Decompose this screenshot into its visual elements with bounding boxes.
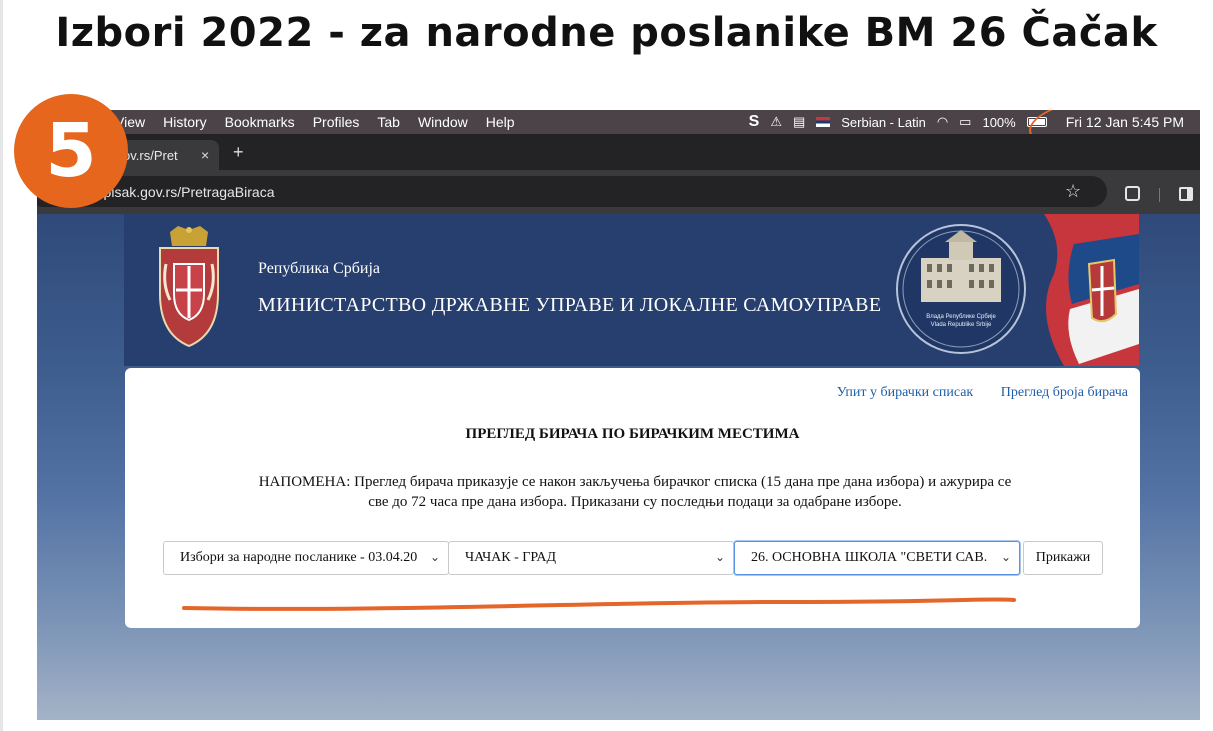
government-building-seal: Влада Републике Србије Vlada Republike S… (896, 224, 1026, 354)
seal-caption-latin: Vlada Republike Srbije (931, 322, 992, 328)
polling-station-select-value: 26. ОСНОВНА ШКОЛА "СВЕТИ САВ. (751, 550, 988, 565)
menu-bookmarks[interactable]: Bookmarks (216, 114, 304, 130)
municipality-select-value: ЧАЧАК - ГРАД (465, 550, 557, 565)
seal-caption-cyrillic: Влада Републике Србије (926, 314, 996, 320)
keyboard-layout-label[interactable]: Serbian - Latin (841, 115, 926, 130)
page-viewport: Република Србија МИНИСТАРСТВО ДРЖАВНЕ УП… (37, 214, 1200, 720)
step-number: 5 (45, 108, 97, 194)
menu-window[interactable]: Window (409, 114, 477, 130)
macos-menubar: View History Bookmarks Profiles Tab Wind… (37, 110, 1200, 163)
slide-title: Izbori 2022 - za narodne poslanike BM 26… (55, 10, 1158, 56)
ministry-banner: Република Србија МИНИСТАРСТВО ДРЖАВНЕ УП… (124, 214, 1139, 366)
keyboard-icon[interactable]: ▤ (793, 114, 805, 130)
election-select-value: Избори за народне посланике - 03.04.20 (180, 550, 418, 565)
polling-station-select[interactable]: 26. ОСНОВНА ШКОЛА "СВЕТИ САВ. ⌄ (734, 541, 1020, 575)
tab-strip: ov.rs/Pret × (37, 134, 1200, 170)
menu-history[interactable]: History (154, 114, 216, 130)
notice-line-1: НАПОМЕНА: Преглед бирача приказује се на… (258, 474, 1012, 490)
panel-title: ПРЕГЛЕД БИРАЧА ПО БИРАЧКИМ МЕСТИМА (465, 426, 800, 442)
step-number-badge: 5 (14, 94, 128, 208)
battery-percent[interactable]: 100% (982, 115, 1015, 130)
menu-tab[interactable]: Tab (368, 114, 409, 130)
url-field[interactable]: rackispisak.gov.rs/PretragaBiraca ☆ (37, 176, 1107, 207)
serbian-flag-image (1044, 214, 1139, 366)
airplay-icon[interactable]: ▭ (959, 114, 971, 130)
chevron-down-icon: ⌄ (1000, 550, 1011, 564)
serbian-flag-icon[interactable] (816, 117, 831, 127)
new-tab-button[interactable]: + (233, 142, 244, 163)
notice-line-2: све до 72 часа пре дана избора. Приказан… (368, 494, 902, 510)
municipality-select[interactable]: ЧАЧАК - ГРАД ⌄ (448, 541, 734, 575)
tab-title: ov.rs/Pret (123, 147, 178, 163)
address-toolbar: rackispisak.gov.rs/PretragaBiraca ☆ (37, 170, 1200, 214)
chevron-down-icon: ⌄ (429, 550, 440, 564)
selection-underline-annotation (182, 597, 1016, 611)
ministry-name: МИНИСТАРСТВО ДРЖАВНЕ УПРАВЕ И ЛОКАЛНЕ СА… (258, 294, 882, 316)
show-button[interactable]: Прикажи (1023, 541, 1103, 575)
menu-profiles[interactable]: Profiles (304, 114, 369, 130)
close-icon[interactable]: × (201, 147, 209, 163)
menu-help[interactable]: Help (477, 114, 524, 130)
alert-triangle-icon[interactable]: ⚠ (770, 114, 782, 130)
election-select[interactable]: Избори за народне посланике - 03.04.20 ⌄ (163, 541, 449, 575)
wifi-icon[interactable]: ◠ (937, 114, 948, 130)
bookmark-star-icon[interactable]: ☆ (1065, 181, 1081, 202)
voter-count-link[interactable]: Преглед броја бирача (1001, 385, 1128, 400)
ministry-country-label: Република Србија (258, 260, 380, 277)
browser-screenshot: View History Bookmarks Profiles Tab Wind… (37, 110, 1200, 720)
coat-of-arms-icon (159, 226, 219, 348)
chevron-down-icon: ⌄ (714, 550, 725, 564)
s-app-icon[interactable]: S (749, 113, 760, 131)
side-panel-icon[interactable] (1179, 187, 1193, 201)
notice-text: НАПОМЕНА: Преглед бирача приказује се на… (185, 472, 1085, 512)
voter-query-link[interactable]: Упит у бирачки списак (837, 385, 974, 400)
panel-links: Упит у бирачки списак Преглед броја бира… (813, 385, 1128, 401)
page-edge-rule (0, 0, 3, 731)
toolbar-divider (1159, 188, 1160, 202)
extensions-icon[interactable] (1125, 186, 1140, 201)
